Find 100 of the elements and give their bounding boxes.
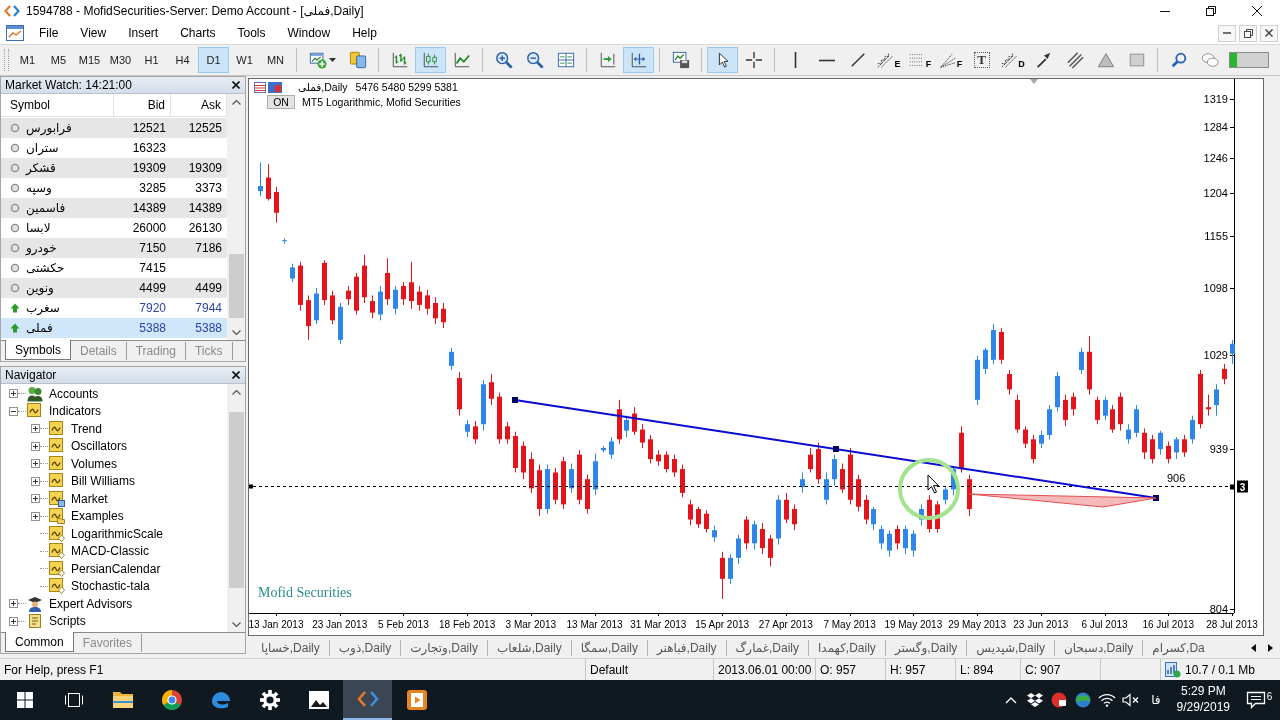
timeframe-button[interactable]: D1 xyxy=(198,47,229,73)
menu-item[interactable]: Tools xyxy=(226,24,277,42)
candlestick-button[interactable] xyxy=(415,47,446,73)
close-button[interactable] xyxy=(230,369,242,381)
line-handle-icon[interactable] xyxy=(1230,484,1235,490)
date-label: 7 May 2013 xyxy=(823,619,876,630)
status-text: O: 957 xyxy=(820,662,857,677)
status-text: H: 957 xyxy=(890,662,926,677)
minimize-icon xyxy=(1160,10,1170,12)
column-header[interactable]: Bid xyxy=(114,94,171,116)
candle xyxy=(959,425,964,473)
panel-tab[interactable]: Common xyxy=(5,632,74,652)
expand-toggle[interactable] xyxy=(9,406,18,416)
menu-item[interactable]: Charts xyxy=(169,24,227,42)
tree-item[interactable]: Scripts xyxy=(49,614,86,629)
tree-item[interactable]: Oscillators xyxy=(71,439,127,454)
tree-item[interactable]: PersianCalendar xyxy=(71,561,161,576)
autoscroll-button[interactable] xyxy=(623,47,654,73)
expand-toggle[interactable] xyxy=(31,476,40,486)
expand-toggle[interactable] xyxy=(9,599,18,609)
menu-item[interactable]: Insert xyxy=(117,24,170,42)
bid-price: 7920 xyxy=(139,301,166,315)
tree-item[interactable]: Market xyxy=(71,491,108,506)
chart-tab[interactable]: شلعاب,Daily xyxy=(486,640,571,656)
clock-date[interactable]: 9/29/2019 xyxy=(1176,700,1230,716)
chart-tab[interactable]: خساپا,Daily xyxy=(252,640,329,656)
scrollbar[interactable] xyxy=(227,384,245,632)
timeframe-button[interactable]: M1 xyxy=(12,47,43,73)
notification-count[interactable]: 6 xyxy=(1266,690,1273,702)
expand-toggle[interactable] xyxy=(31,459,40,469)
close-button[interactable] xyxy=(230,79,242,91)
tree-item[interactable]: Stochastic-tala xyxy=(71,579,150,594)
indicator-toggle-button[interactable]: ON xyxy=(267,95,295,109)
tree-item[interactable]: LogarithmicScale xyxy=(71,526,164,541)
timeframe-button[interactable]: H4 xyxy=(167,47,198,73)
tree-item[interactable]: Accounts xyxy=(49,386,99,401)
menu-item[interactable]: Help xyxy=(341,24,388,42)
line-handle-icon[interactable] xyxy=(249,484,253,489)
minimize-button[interactable] xyxy=(1218,24,1236,42)
ask-price: 3373 xyxy=(195,181,222,195)
tree-item[interactable]: Volumes xyxy=(71,456,118,471)
candle xyxy=(585,474,590,515)
expand-toggle[interactable] xyxy=(9,389,18,399)
clock-time[interactable]: 5:29 PM xyxy=(1180,684,1226,700)
chart-tab[interactable]: ذوب,Daily xyxy=(328,640,401,656)
chart-tab[interactable]: وتجارت,Daily xyxy=(400,640,487,656)
tree-item[interactable]: Indicators xyxy=(49,404,102,419)
chart-tab[interactable]: غمارگ,Daily xyxy=(725,640,809,656)
column-header[interactable]: Symbol xyxy=(1,94,114,116)
candle xyxy=(648,434,653,464)
candle xyxy=(1214,383,1219,417)
tree-item[interactable]: Examples xyxy=(71,509,124,524)
tree-item[interactable]: Bill Williams xyxy=(71,474,135,489)
candle xyxy=(704,509,709,534)
chart-tab[interactable]: کسرام,Da xyxy=(1142,640,1214,656)
fibonacci-levels-button[interactable]: F xyxy=(904,47,935,73)
scrollbar[interactable] xyxy=(227,94,245,340)
tree-item[interactable]: MACD-Classic xyxy=(71,544,149,559)
restore-button[interactable] xyxy=(1239,24,1257,42)
chart-tab[interactable]: کهمدا,Daily xyxy=(808,640,885,656)
candle xyxy=(529,451,534,494)
expand-toggle[interactable] xyxy=(31,424,40,434)
status-text: For Help, press F1 xyxy=(4,662,104,677)
menu-item[interactable]: Window xyxy=(276,24,342,42)
scrollbar-thumb[interactable] xyxy=(228,254,244,318)
circle-icon xyxy=(10,203,20,213)
scrollbar-thumb[interactable] xyxy=(228,412,244,588)
chart-tab[interactable]: شپدیس,Daily xyxy=(966,640,1054,656)
timeframe-button[interactable]: M5 xyxy=(43,47,74,73)
chart-tab[interactable]: فباهنر,Daily xyxy=(647,640,726,656)
cursor-button[interactable] xyxy=(707,47,738,73)
timeframe-button[interactable]: MN xyxy=(260,47,291,73)
panel-tab[interactable]: Symbols xyxy=(5,340,71,360)
trend-line[interactable] xyxy=(512,397,1159,501)
timeframe-button[interactable]: H1 xyxy=(136,47,167,73)
fibonacci-button[interactable]: E xyxy=(873,47,904,73)
bid-price: 7150 xyxy=(139,241,166,255)
timeframe-button[interactable]: M30 xyxy=(105,47,136,73)
language-button[interactable]: فا xyxy=(1143,680,1169,720)
tree-item[interactable]: Trend xyxy=(71,421,102,436)
timeframe-button[interactable]: M15 xyxy=(74,47,105,73)
timeframe-button[interactable]: W1 xyxy=(229,47,260,73)
shift-marker-icon[interactable] xyxy=(1030,79,1038,84)
text-button[interactable]: T xyxy=(966,47,997,73)
chart-tab[interactable]: دسبحان,Daily xyxy=(1054,640,1143,656)
expand-toggle[interactable] xyxy=(31,494,40,504)
chart-tab[interactable]: وگستر,Daily xyxy=(884,640,967,656)
expand-toggle[interactable] xyxy=(31,511,40,521)
expand-toggle[interactable] xyxy=(9,616,18,626)
menu-item[interactable]: File xyxy=(28,24,70,42)
pitchfork-button[interactable]: D xyxy=(997,47,1028,73)
menu-item[interactable]: View xyxy=(69,24,118,42)
date-label: 5 Feb 2013 xyxy=(378,619,429,630)
tree-item[interactable]: Expert Advisors xyxy=(49,596,133,611)
chart-tab[interactable]: سمگا,Daily xyxy=(570,640,647,656)
close-button[interactable] xyxy=(1260,24,1278,42)
triangle-drawing[interactable] xyxy=(968,493,1157,508)
fibonacci-fan-button[interactable]: F xyxy=(935,47,966,73)
candle xyxy=(545,464,550,515)
expand-toggle[interactable] xyxy=(31,441,40,451)
